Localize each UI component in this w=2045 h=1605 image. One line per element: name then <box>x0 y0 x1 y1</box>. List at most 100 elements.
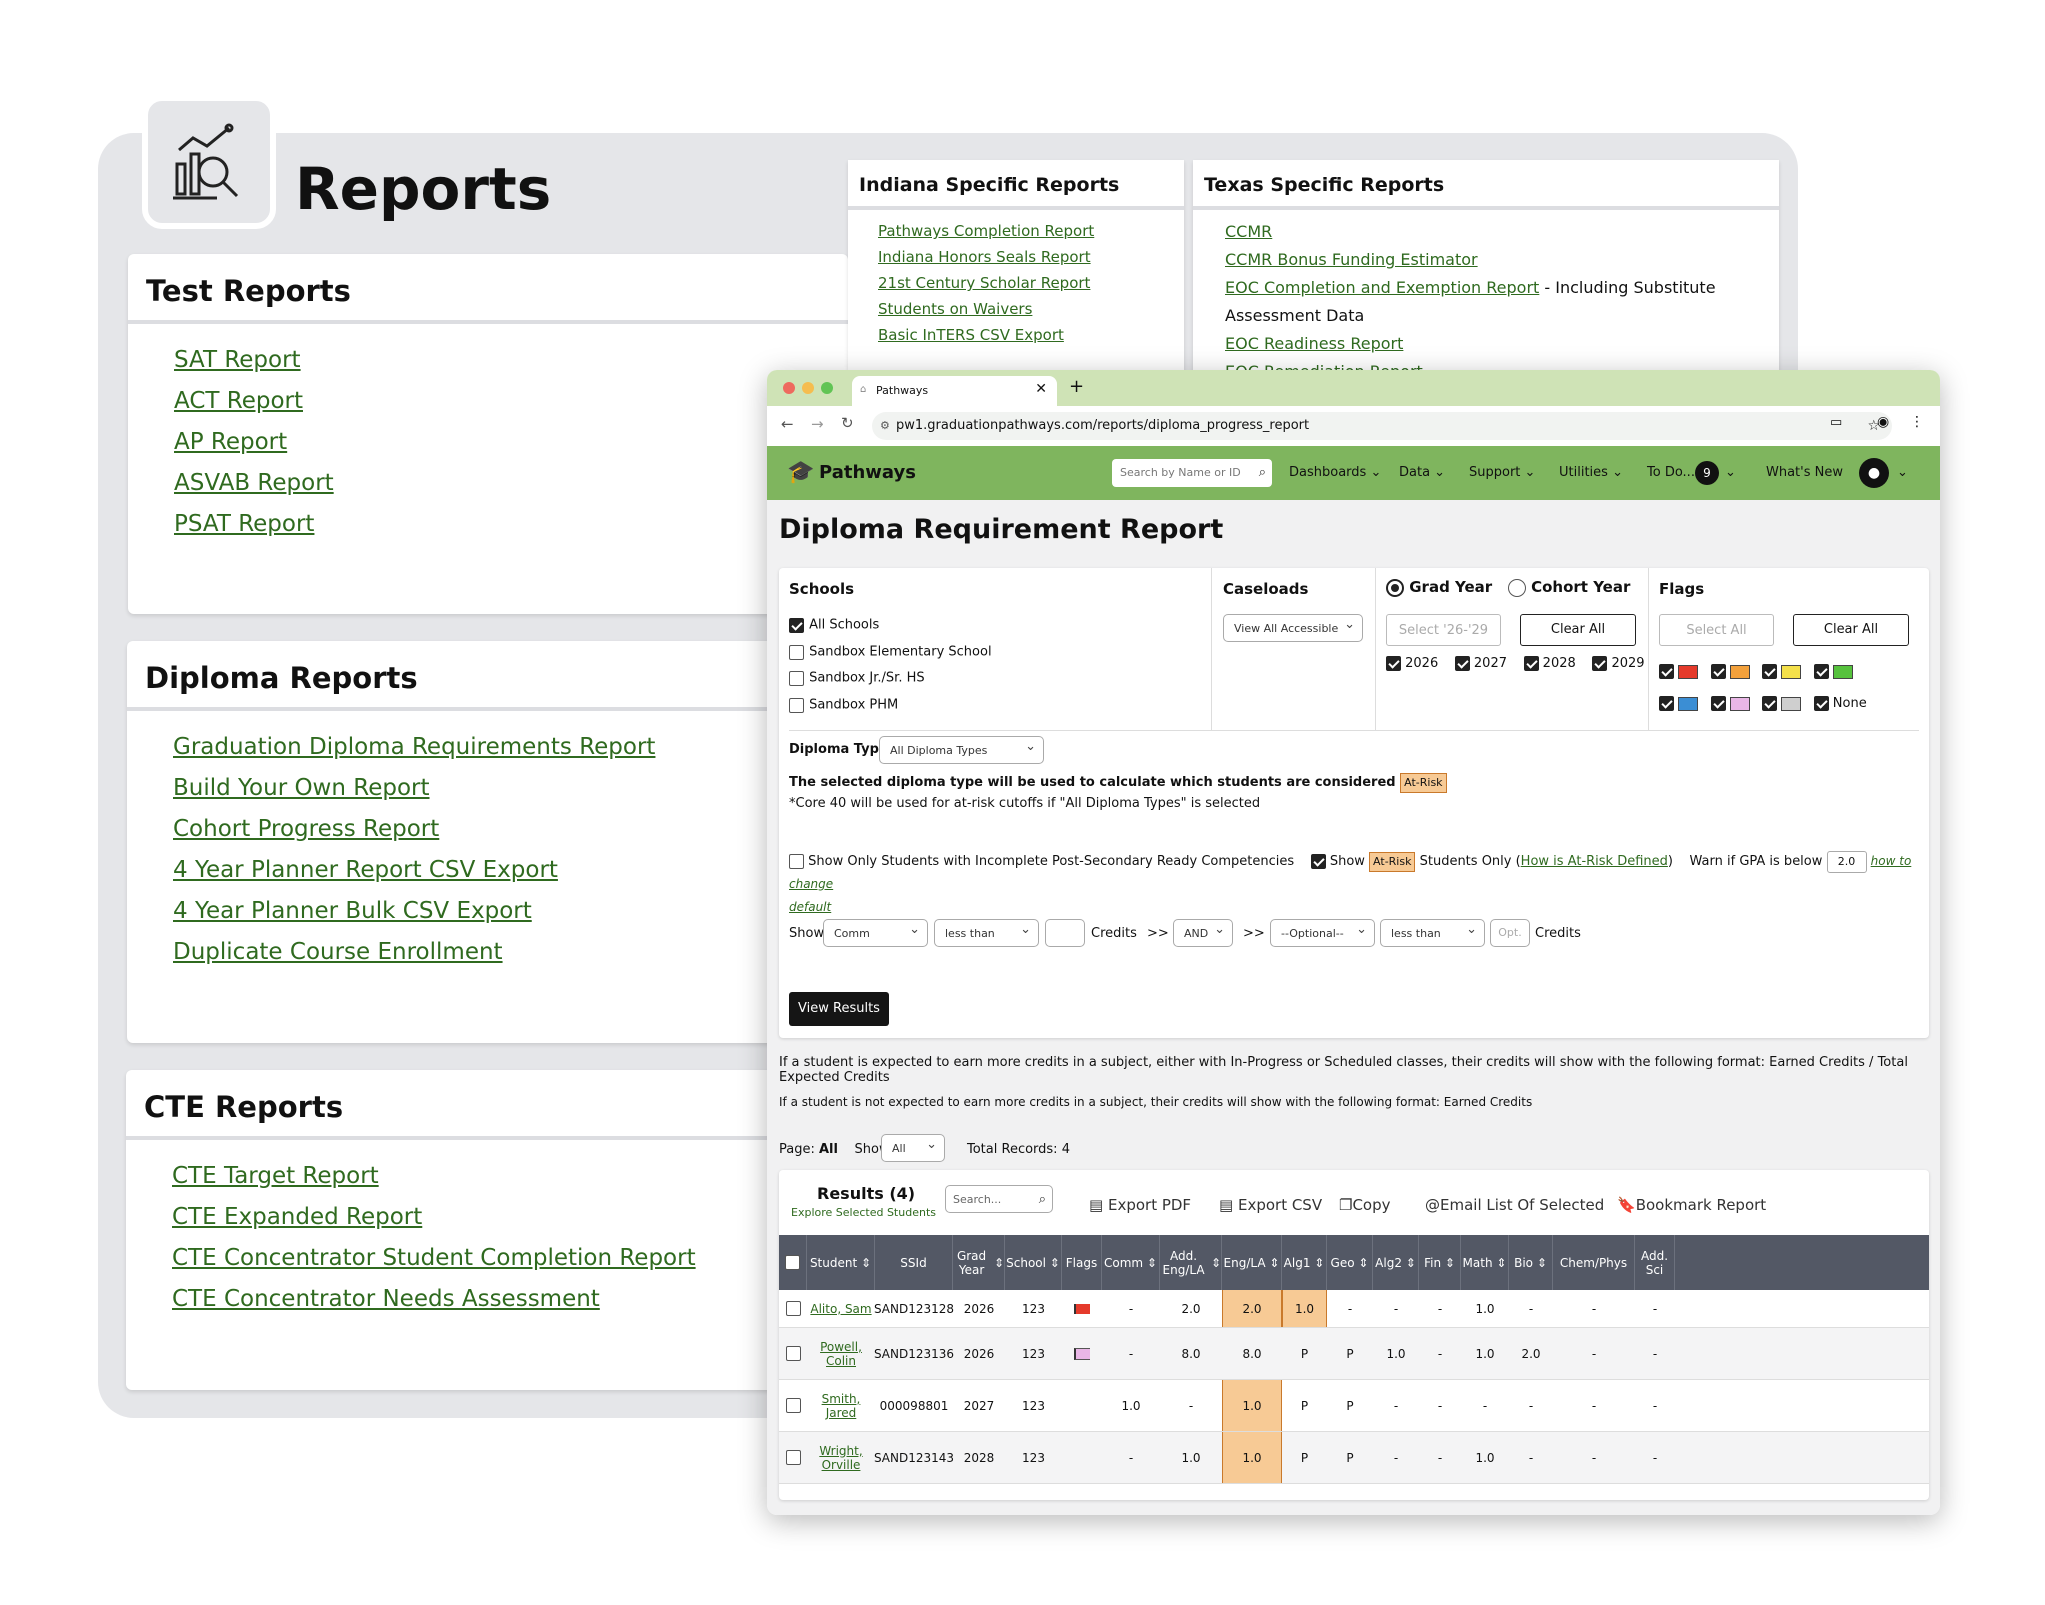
col-ssid[interactable]: SSId <box>875 1235 953 1290</box>
flag-red-checkbox[interactable] <box>1659 664 1674 679</box>
flag-yellow-checkbox[interactable] <box>1762 664 1778 679</box>
planner-bulk-csv-link[interactable]: 4 Year Planner Bulk CSV Export <box>173 898 532 924</box>
reload-icon[interactable]: ↻ <box>841 414 854 432</box>
cte-concentrator-completion-link[interactable]: CTE Concentrator Student Completion Repo… <box>172 1245 696 1271</box>
minimize-window-button[interactable] <box>802 382 814 394</box>
nav-utilities[interactable]: Utilities ⌄ <box>1559 446 1623 500</box>
col-math[interactable]: Math ⇕ <box>1461 1235 1509 1290</box>
flag-blue-checkbox[interactable] <box>1659 696 1674 711</box>
menu-kebab-icon[interactable]: ⋮ <box>1910 414 1924 430</box>
eoc-completion-link[interactable]: EOC Completion and Exemption Report <box>1225 278 1539 297</box>
cohort-progress-link[interactable]: Cohort Progress Report <box>173 816 439 842</box>
bookmark-report-button[interactable]: 🔖Bookmark Report <box>1617 1196 1766 1214</box>
export-pdf-button[interactable]: ▤ Export PDF <box>1089 1196 1191 1214</box>
grad-year-radio[interactable] <box>1386 578 1404 597</box>
nav-whats-new[interactable]: What's New <box>1766 446 1843 500</box>
flags-select-all[interactable]: Select All <box>1659 614 1774 646</box>
flag-gray-checkbox[interactable] <box>1762 696 1778 711</box>
col-add-sci[interactable]: Add. Sci <box>1635 1235 1675 1290</box>
sat-report-link[interactable]: SAT Report <box>174 347 301 373</box>
results-search-input[interactable]: Search... ⌕ <box>945 1185 1053 1213</box>
school-option-elementary[interactable]: Sandbox Elementary School <box>789 639 992 666</box>
col-student[interactable]: Student ⇕ <box>807 1235 875 1290</box>
new-tab-icon[interactable]: + <box>1069 376 1084 397</box>
row-checkbox[interactable] <box>785 1301 801 1316</box>
copy-button[interactable]: ❐Copy <box>1339 1196 1391 1214</box>
ccmr-bonus-link[interactable]: CCMR Bonus Funding Estimator <box>1225 250 1478 269</box>
year-2028-checkbox[interactable] <box>1523 656 1539 671</box>
waivers-link[interactable]: Students on Waivers <box>878 300 1032 318</box>
duplicate-course-link[interactable]: Duplicate Course Enrollment <box>173 939 503 965</box>
back-icon[interactable]: ← <box>781 415 794 433</box>
col-school[interactable]: School ⇕ <box>1005 1235 1062 1290</box>
row-checkbox[interactable] <box>785 1450 801 1465</box>
site-info-icon[interactable]: ⚙ <box>880 412 890 440</box>
select-all-rows[interactable] <box>779 1235 807 1290</box>
inters-csv-link[interactable]: Basic InTERS CSV Export <box>878 326 1064 344</box>
col-alg2[interactable]: Alg2 ⇕ <box>1373 1235 1419 1290</box>
cte-needs-assessment-link[interactable]: CTE Concentrator Needs Assessment <box>172 1286 600 1312</box>
build-your-own-link[interactable]: Build Your Own Report <box>173 775 430 801</box>
select-all-checkbox[interactable] <box>785 1255 800 1270</box>
todo-chevron-icon[interactable]: ⌄ <box>1725 446 1736 500</box>
export-csv-button[interactable]: ▤ Export CSV <box>1219 1196 1322 1214</box>
row-checkbox[interactable] <box>785 1346 801 1361</box>
col-fin[interactable]: Fin ⇕ <box>1419 1235 1461 1290</box>
flags-clear-all-button[interactable]: Clear All <box>1793 614 1909 646</box>
elementary-checkbox[interactable] <box>789 644 804 660</box>
flag-none-checkbox[interactable] <box>1813 696 1829 711</box>
forward-icon[interactable]: → <box>811 415 824 433</box>
brand-name[interactable]: Pathways <box>819 446 916 500</box>
phm-checkbox[interactable] <box>789 697 804 713</box>
url-field[interactable]: ⚙ pw1.graduationpathways.com/reports/dip… <box>872 412 1892 440</box>
col-alg1[interactable]: Alg1 ⇕ <box>1282 1235 1327 1290</box>
nav-dashboards[interactable]: Dashboards ⌄ <box>1289 446 1381 500</box>
diploma-type-select[interactable]: All Diploma Types <box>879 733 1044 764</box>
show-per-page-select[interactable]: All <box>881 1131 945 1162</box>
col-add-eng[interactable]: Add. Eng/LA ⇕ <box>1160 1235 1222 1290</box>
row-checkbox[interactable] <box>785 1398 801 1413</box>
all-schools-checkbox[interactable] <box>789 618 804 633</box>
act-report-link[interactable]: ACT Report <box>174 388 303 414</box>
maximize-window-button[interactable] <box>821 382 833 394</box>
year-2029-checkbox[interactable] <box>1592 656 1608 671</box>
scholar-report-link[interactable]: 21st Century Scholar Report <box>878 274 1090 292</box>
flag-green-checkbox[interactable] <box>1813 664 1829 679</box>
year-2026-checkbox[interactable] <box>1386 656 1401 671</box>
user-avatar[interactable]: ● <box>1859 458 1889 488</box>
cte-target-link[interactable]: CTE Target Report <box>172 1163 379 1189</box>
cte-expanded-link[interactable]: CTE Expanded Report <box>172 1204 422 1230</box>
operator-select-1[interactable]: less than <box>934 916 1039 947</box>
jrsr-checkbox[interactable] <box>789 671 804 686</box>
view-results-button[interactable]: View Results <box>789 992 889 1026</box>
nav-data[interactable]: Data ⌄ <box>1399 446 1445 500</box>
how-at-risk-defined-link[interactable]: How is At-Risk Defined <box>1521 854 1668 869</box>
ap-report-link[interactable]: AP Report <box>174 429 287 455</box>
asvab-report-link[interactable]: ASVAB Report <box>174 470 334 496</box>
year-select[interactable]: Select '26-'29 <box>1386 614 1501 646</box>
school-option-jrsr[interactable]: Sandbox Jr./Sr. HS <box>789 665 992 692</box>
student-link[interactable]: Alito, Sam <box>807 1290 875 1327</box>
nav-search-input[interactable]: Search by Name or ID ⌕ <box>1112 459 1272 487</box>
explore-selected-link[interactable]: Explore Selected Students <box>791 1206 936 1219</box>
cohort-year-radio[interactable] <box>1507 578 1526 597</box>
school-option-phm[interactable]: Sandbox PHM <box>789 692 992 719</box>
logic-select[interactable]: AND <box>1173 916 1233 947</box>
graduation-diploma-link[interactable]: Graduation Diploma Requirements Report <box>173 734 655 760</box>
credits-input-2[interactable]: Opt. <box>1490 919 1530 947</box>
default-link[interactable]: default <box>789 900 831 914</box>
col-comm[interactable]: Comm ⇕ <box>1102 1235 1160 1290</box>
tab-close-icon[interactable]: ✕ <box>1035 381 1047 397</box>
col-chem-phys[interactable]: Chem/Phys <box>1553 1235 1635 1290</box>
planner-csv-link[interactable]: 4 Year Planner Report CSV Export <box>173 857 558 883</box>
school-option-all[interactable]: All Schools <box>789 612 992 639</box>
year-clear-all-button[interactable]: Clear All <box>1520 614 1636 646</box>
ccmr-link[interactable]: CCMR <box>1225 222 1272 241</box>
col-bio[interactable]: Bio ⇕ <box>1509 1235 1553 1290</box>
incomplete-competencies-checkbox[interactable] <box>789 854 804 869</box>
cast-icon[interactable]: ▭ <box>1830 415 1842 430</box>
year-2027-checkbox[interactable] <box>1454 656 1470 671</box>
student-link[interactable]: Powell, Colin <box>807 1328 875 1379</box>
pathways-completion-link[interactable]: Pathways Completion Report <box>878 222 1094 240</box>
profile-icon[interactable]: ◉ <box>1877 414 1889 430</box>
